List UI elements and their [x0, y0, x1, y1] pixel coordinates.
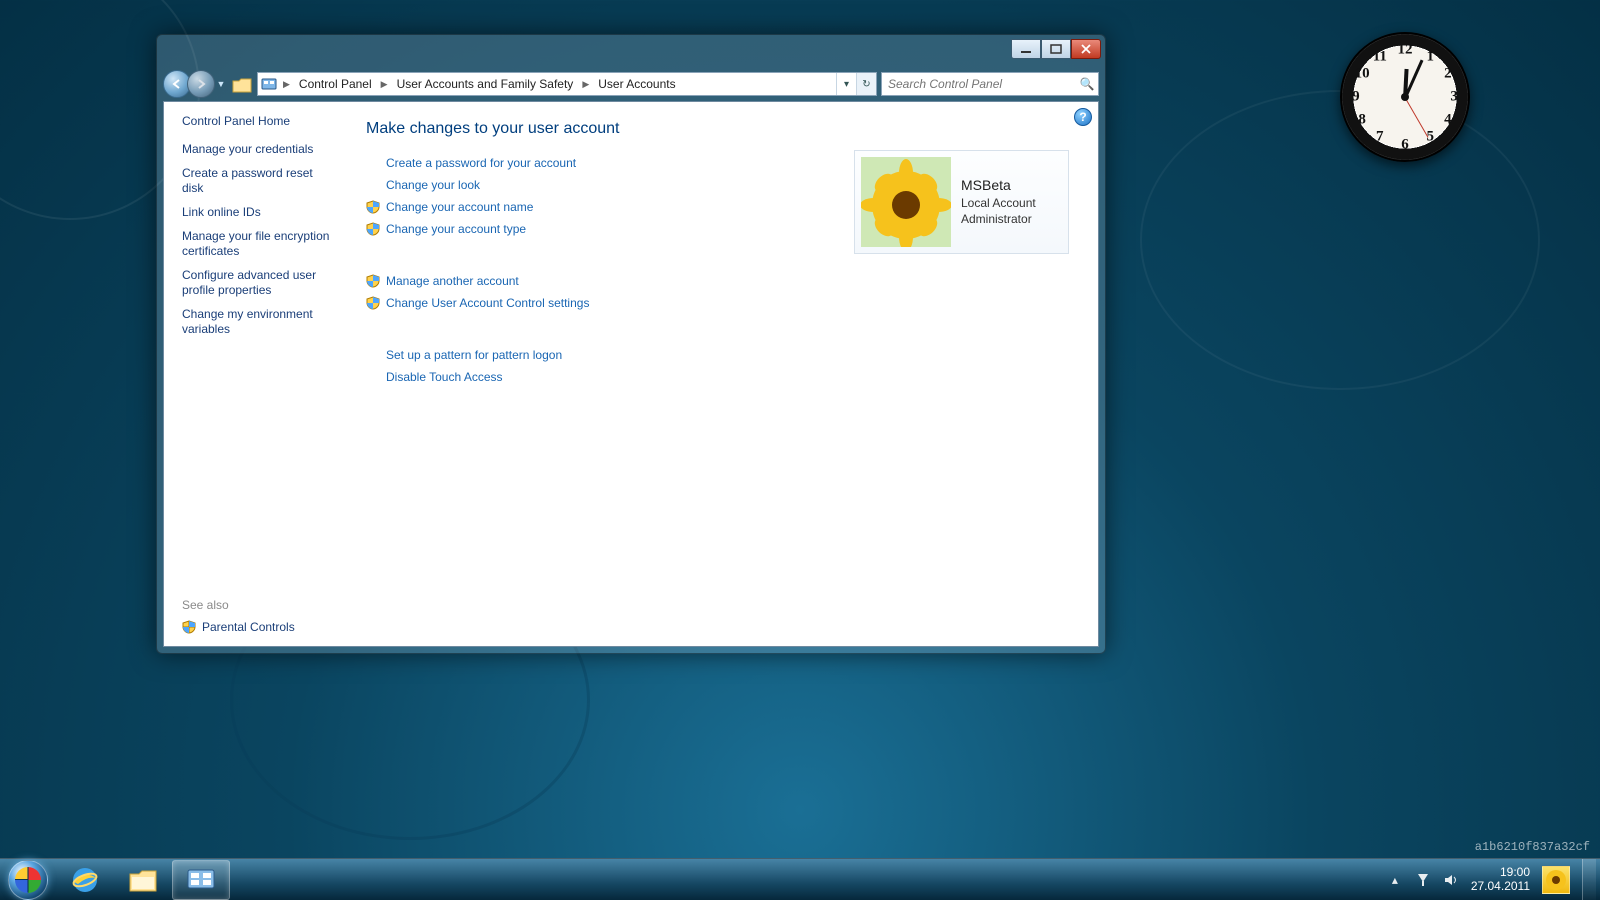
taskbar[interactable]: ▴ 19:00 27.04.2011	[0, 858, 1600, 900]
clock-gadget[interactable]: 12 1 2 3 4 5 6 7 8 9 10 11	[1340, 32, 1470, 162]
tray-clock[interactable]: 19:00 27.04.2011	[1471, 866, 1530, 894]
taskbar-ie-button[interactable]	[56, 860, 114, 900]
see-also-parental-controls[interactable]: Parental Controls	[182, 620, 336, 634]
system-tray: ▴ 19:00 27.04.2011	[1387, 859, 1600, 900]
shield-icon	[366, 200, 380, 214]
tray-overflow-icon[interactable]: ▴	[1387, 872, 1403, 888]
show-desktop-button[interactable]	[1582, 859, 1596, 900]
tray-time: 19:00	[1471, 866, 1530, 880]
search-icon[interactable]: 🔍	[1076, 77, 1098, 91]
tray-date: 27.04.2011	[1471, 880, 1530, 894]
chevron-right-icon[interactable]: ▶	[378, 79, 391, 90]
maximize-button[interactable]	[1041, 39, 1071, 59]
breadcrumb-user-accounts-family[interactable]: User Accounts and Family Safety	[391, 73, 580, 95]
link-change-uac-settings[interactable]: Change User Account Control settings	[386, 296, 589, 310]
account-type: Local Account	[961, 195, 1036, 211]
taskbar-control-panel-button[interactable]	[172, 860, 230, 900]
up-button[interactable]	[231, 73, 253, 95]
action-center-icon[interactable]	[1415, 872, 1431, 888]
build-watermark: a1b6210f837a32cf	[1475, 840, 1590, 854]
link-change-account-name[interactable]: Change your account name	[386, 200, 533, 214]
account-card: MSBeta Local Account Administrator	[854, 150, 1069, 254]
control-panel-icon	[258, 76, 280, 92]
main-pane: Make changes to your user account Create…	[344, 102, 1098, 646]
close-button[interactable]	[1071, 39, 1101, 59]
task-manage-credentials[interactable]: Manage your credentials	[182, 142, 336, 157]
control-panel-window: ▼ ▶ Control Panel ▶ User Accounts and Fa…	[156, 34, 1106, 654]
task-environment-vars[interactable]: Change my environment variables	[182, 307, 336, 337]
page-heading: Make changes to your user account	[366, 120, 1076, 138]
link-pattern-logon[interactable]: Set up a pattern for pattern logon	[386, 348, 562, 362]
nav-forward-button[interactable]	[187, 70, 215, 98]
link-change-look[interactable]: Change your look	[386, 178, 480, 192]
link-disable-touch-access[interactable]: Disable Touch Access	[386, 370, 503, 384]
link-change-account-type[interactable]: Change your account type	[386, 222, 526, 236]
link-manage-another-account[interactable]: Manage another account	[386, 274, 519, 288]
control-panel-home-link[interactable]: Control Panel Home	[182, 114, 336, 128]
shield-icon	[182, 620, 196, 634]
chevron-right-icon[interactable]: ▶	[579, 79, 592, 90]
sidebar: Control Panel Home Manage your credentia…	[164, 102, 344, 646]
account-picture	[861, 157, 951, 247]
breadcrumb-control-panel[interactable]: Control Panel	[293, 73, 378, 95]
breadcrumb-user-accounts[interactable]: User Accounts	[592, 73, 681, 95]
see-also-label-text: Parental Controls	[202, 620, 295, 634]
shield-icon	[366, 222, 380, 236]
address-bar[interactable]: ▶ Control Panel ▶ User Accounts and Fami…	[257, 72, 877, 96]
account-name: MSBeta	[961, 176, 1036, 195]
refresh-button[interactable]: ↻	[856, 73, 876, 95]
titlebar[interactable]	[163, 41, 1099, 65]
task-link-online-ids[interactable]: Link online IDs	[182, 205, 336, 220]
chevron-right-icon[interactable]: ▶	[280, 79, 293, 90]
address-dropdown-button[interactable]: ▾	[836, 73, 856, 95]
volume-icon[interactable]	[1443, 872, 1459, 888]
start-button[interactable]	[0, 859, 56, 900]
taskbar-explorer-button[interactable]	[114, 860, 172, 900]
search-input[interactable]	[882, 77, 1076, 91]
nav-history-dropdown[interactable]: ▼	[215, 79, 227, 89]
tray-user-thumb[interactable]	[1542, 866, 1570, 894]
link-create-password[interactable]: Create a password for your account	[386, 156, 576, 170]
task-password-reset-disk[interactable]: Create a password reset disk	[182, 166, 336, 196]
shield-icon	[366, 296, 380, 310]
shield-icon	[366, 274, 380, 288]
task-advanced-profile[interactable]: Configure advanced user profile properti…	[182, 268, 336, 298]
account-role: Administrator	[961, 211, 1036, 227]
minimize-button[interactable]	[1011, 39, 1041, 59]
task-file-encryption-cert[interactable]: Manage your file encryption certificates	[182, 229, 336, 259]
search-box[interactable]: 🔍	[881, 72, 1099, 96]
see-also-label: See also	[182, 598, 336, 612]
windows-orb-icon	[8, 860, 48, 900]
